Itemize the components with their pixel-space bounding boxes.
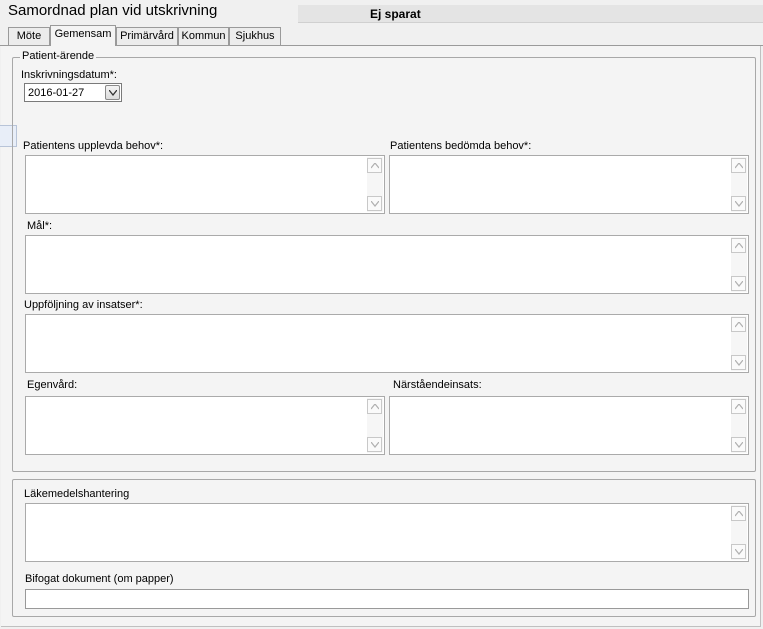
- attached-document-input[interactable]: [25, 589, 749, 609]
- scroll-down-button[interactable]: [731, 355, 746, 370]
- chevron-up-icon: [735, 322, 743, 328]
- scroll-down-button[interactable]: [731, 544, 746, 559]
- followup-textarea[interactable]: [25, 314, 749, 373]
- patient-group-legend: Patient-ärende: [20, 50, 97, 62]
- chevron-up-icon: [371, 163, 379, 169]
- chevron-down-icon: [735, 360, 743, 366]
- tab-mote[interactable]: Möte: [8, 27, 50, 45]
- chevron-down-icon: [371, 442, 379, 448]
- scroll-up-button[interactable]: [731, 399, 746, 414]
- title-bar: Samordnad plan vid utskrivning Ej sparat: [0, 0, 763, 24]
- goal-textarea[interactable]: [25, 235, 749, 294]
- chevron-down-icon: [735, 281, 743, 287]
- selfcare-textarea[interactable]: [25, 396, 385, 455]
- medication-textarea[interactable]: [25, 503, 749, 562]
- selfcare-label: Egenvård:: [27, 379, 78, 391]
- vertical-scrollbar[interactable]: [367, 157, 383, 212]
- chevron-up-icon: [735, 404, 743, 410]
- window-title: Samordnad plan vid utskrivning: [8, 2, 218, 19]
- medication-group-legend: Läkemedelshantering: [22, 488, 136, 502]
- perceived-needs-label: Patientens upplevda behov*:: [23, 140, 164, 152]
- chevron-up-icon: [735, 511, 743, 517]
- scroll-down-button[interactable]: [367, 196, 382, 211]
- scroll-down-button[interactable]: [731, 276, 746, 291]
- scroll-up-button[interactable]: [731, 158, 746, 173]
- tab-sjukhus[interactable]: Sjukhus: [229, 27, 281, 45]
- scroll-up-button[interactable]: [367, 158, 382, 173]
- attached-document-label: Bifogat dokument (om papper): [25, 573, 174, 585]
- save-status: Ej sparat: [370, 7, 421, 21]
- scroll-up-button[interactable]: [731, 317, 746, 332]
- followup-label: Uppföljning av insatser*:: [24, 299, 143, 311]
- chevron-up-icon: [371, 404, 379, 410]
- tab-kommun[interactable]: Kommun: [178, 27, 229, 45]
- admission-date-value: 2016-01-27: [28, 87, 85, 99]
- tab-gemensam[interactable]: Gemensam: [50, 25, 116, 46]
- vertical-scrollbar[interactable]: [367, 398, 383, 453]
- vertical-scrollbar[interactable]: [731, 237, 747, 292]
- chevron-up-icon: [735, 243, 743, 249]
- scroll-up-button[interactable]: [731, 506, 746, 521]
- chevron-up-icon: [735, 163, 743, 169]
- relative-effort-textarea[interactable]: [389, 396, 749, 455]
- vertical-scrollbar[interactable]: [731, 505, 747, 560]
- admission-date-label: Inskrivningsdatum*:: [21, 69, 117, 81]
- scroll-down-button[interactable]: [367, 437, 382, 452]
- vertical-scrollbar[interactable]: [731, 157, 747, 212]
- perceived-needs-textarea[interactable]: [25, 155, 385, 214]
- scroll-up-button[interactable]: [731, 238, 746, 253]
- vertical-scrollbar[interactable]: [731, 398, 747, 453]
- admission-date-picker[interactable]: 2016-01-27: [24, 83, 122, 102]
- assessed-needs-label: Patientens bedömda behov*:: [390, 140, 532, 152]
- relative-effort-label: Närståendeinsats:: [393, 379, 482, 391]
- vertical-scrollbar[interactable]: [731, 316, 747, 371]
- status-strip: [298, 5, 763, 23]
- goal-label: Mål*:: [27, 220, 53, 232]
- date-dropdown-button[interactable]: [105, 85, 120, 100]
- chevron-down-icon: [735, 549, 743, 555]
- scroll-down-button[interactable]: [731, 196, 746, 211]
- chevron-down-icon: [371, 201, 379, 207]
- chevron-down-icon: [109, 90, 117, 96]
- chevron-down-icon: [735, 442, 743, 448]
- scroll-down-button[interactable]: [731, 437, 746, 452]
- chevron-down-icon: [735, 201, 743, 207]
- tab-primarvard[interactable]: Primärvård: [116, 27, 178, 45]
- assessed-needs-textarea[interactable]: [389, 155, 749, 214]
- scroll-up-button[interactable]: [367, 399, 382, 414]
